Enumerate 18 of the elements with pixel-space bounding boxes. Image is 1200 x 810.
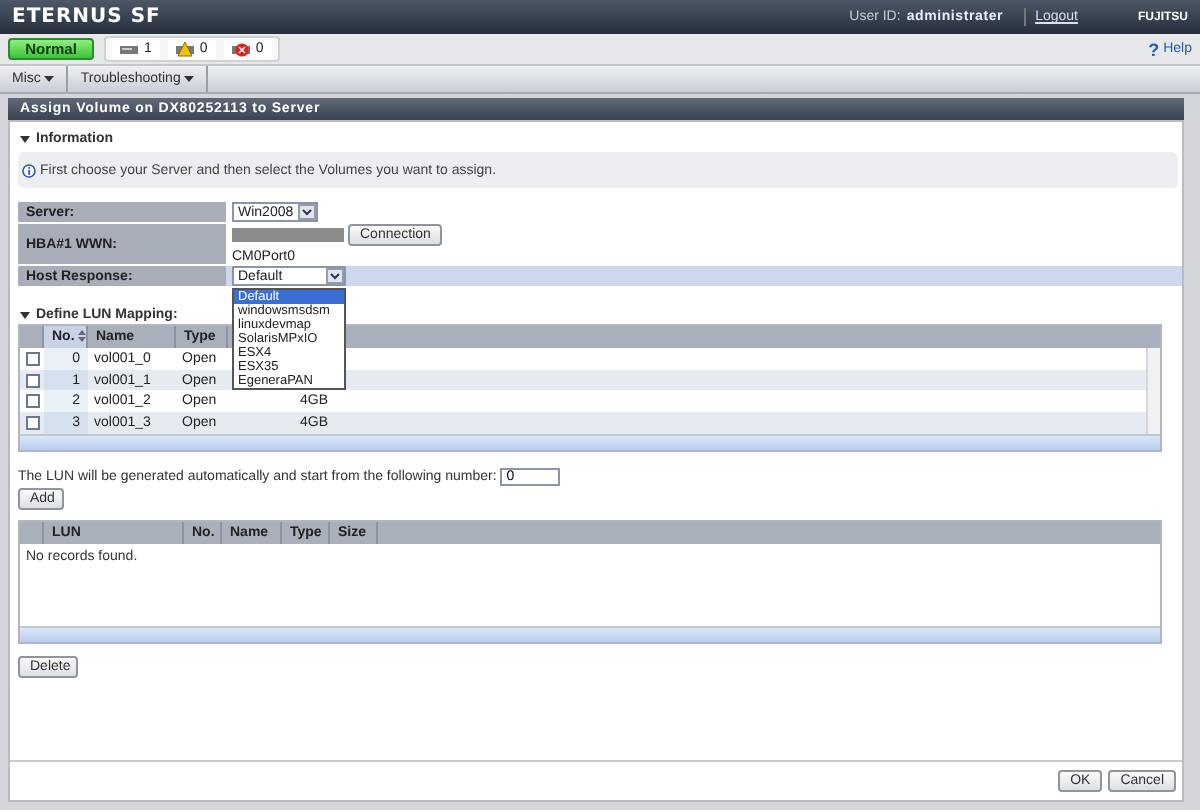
sort-icon [78, 330, 87, 343]
row-checkbox[interactable] [26, 416, 40, 431]
device-icon [120, 41, 138, 57]
row-checkbox[interactable] [26, 373, 40, 388]
caret-icon [184, 76, 195, 82]
warning-icon [175, 41, 194, 57]
help-icon: ? [1148, 39, 1160, 59]
wwn-field[interactable] [232, 228, 344, 242]
dropdown-arrow-icon [326, 268, 344, 284]
caret-icon [44, 76, 55, 82]
product-logo: ETERNUS SF [12, 6, 161, 28]
row-checkbox[interactable] [26, 351, 40, 366]
info-icon [22, 163, 36, 177]
horizontal-scrollbar[interactable] [20, 434, 1160, 451]
row-checkbox[interactable] [26, 394, 40, 409]
horizontal-scrollbar[interactable] [20, 626, 1160, 642]
dropdown-arrow-icon [297, 204, 316, 220]
vertical-scrollbar[interactable] [1146, 348, 1160, 434]
